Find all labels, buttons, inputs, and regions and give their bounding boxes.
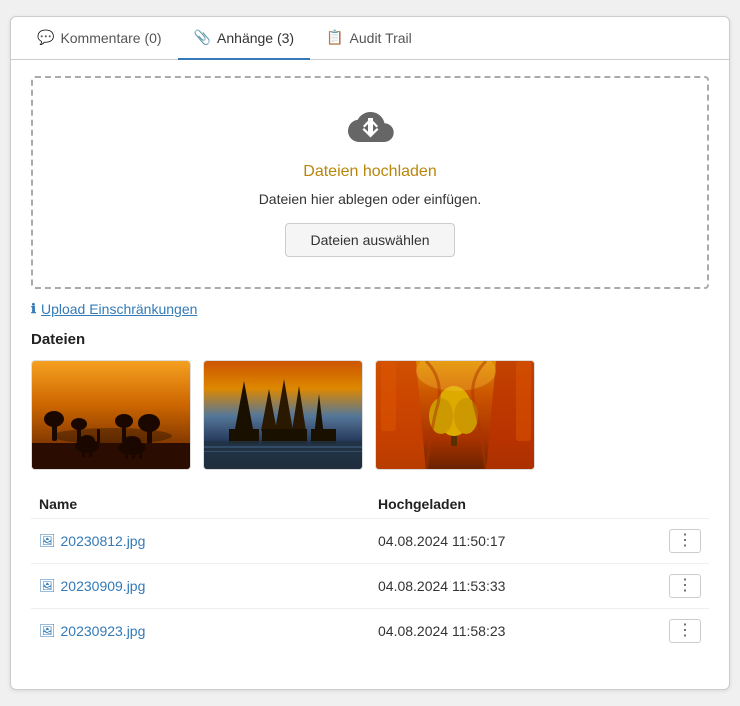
- file-uploaded-cell-2: 04.08.2024 11:58:23: [370, 609, 607, 654]
- file-actions-cell-0: ⋮: [607, 519, 709, 564]
- col-header-uploaded: Hochgeladen: [370, 490, 607, 519]
- file-name-cell: 🖼 20230812.jpg: [31, 519, 370, 564]
- files-table: Name Hochgeladen 🖼 20230812.jpg 04.08.20…: [31, 490, 709, 653]
- cloud-upload-icon: [53, 108, 687, 155]
- anhaenge-icon: 📎: [194, 29, 211, 46]
- table-row: 🖼 20230923.jpg 04.08.2024 11:58:23 ⋮: [31, 609, 709, 654]
- file-name-cell: 🖼 20230909.jpg: [31, 564, 370, 609]
- select-files-button[interactable]: Dateien auswählen: [285, 223, 454, 257]
- file-link-2[interactable]: 🖼 20230923.jpg: [39, 623, 362, 639]
- file-menu-button-2[interactable]: ⋮: [669, 619, 701, 643]
- table-row: 🖼 20230812.jpg 04.08.2024 11:50:17 ⋮: [31, 519, 709, 564]
- file-actions-cell-2: ⋮: [607, 609, 709, 654]
- thumbnails-row: [31, 360, 709, 470]
- files-section-label: Dateien: [31, 331, 709, 348]
- file-uploaded-cell-0: 04.08.2024 11:50:17: [370, 519, 607, 564]
- file-menu-button-1[interactable]: ⋮: [669, 574, 701, 598]
- main-card: 💬 Kommentare (0) 📎 Anhänge (3) 📋 Audit T…: [10, 16, 730, 690]
- tab-bar: 💬 Kommentare (0) 📎 Anhänge (3) 📋 Audit T…: [11, 17, 729, 60]
- thumbnail-1[interactable]: [31, 360, 191, 470]
- file-name-0: 20230812.jpg: [61, 533, 146, 549]
- col-header-name: Name: [31, 490, 370, 519]
- upload-dropzone[interactable]: Dateien hochladen Dateien hier ablegen o…: [31, 76, 709, 289]
- file-link-1[interactable]: 🖼 20230909.jpg: [39, 578, 362, 594]
- upload-restrictions-link[interactable]: Upload Einschränkungen: [41, 301, 197, 317]
- file-icon-0: 🖼: [39, 533, 56, 549]
- file-icon-1: 🖼: [39, 578, 56, 594]
- upload-hint: Dateien hier ablegen oder einfügen.: [53, 191, 687, 207]
- thumbnail-2[interactable]: [203, 360, 363, 470]
- tab-audit-trail-label: Audit Trail: [350, 30, 412, 46]
- tab-content: Dateien hochladen Dateien hier ablegen o…: [11, 60, 729, 669]
- file-uploaded-cell-1: 04.08.2024 11:53:33: [370, 564, 607, 609]
- file-name-1: 20230909.jpg: [61, 578, 146, 594]
- thumbnail-3[interactable]: [375, 360, 535, 470]
- file-menu-button-0[interactable]: ⋮: [669, 529, 701, 553]
- info-icon: ℹ: [31, 301, 36, 317]
- upload-title: Dateien hochladen: [53, 163, 687, 181]
- file-name-cell: 🖼 20230923.jpg: [31, 609, 370, 654]
- table-row: 🖼 20230909.jpg 04.08.2024 11:53:33 ⋮: [31, 564, 709, 609]
- tab-anhaenge-label: Anhänge (3): [217, 30, 294, 46]
- kommentare-icon: 💬: [37, 29, 54, 46]
- tab-audit-trail[interactable]: 📋 Audit Trail: [310, 17, 428, 60]
- tab-kommentare-label: Kommentare (0): [60, 30, 161, 46]
- file-link-0[interactable]: 🖼 20230812.jpg: [39, 533, 362, 549]
- upload-restrictions-row: ℹ Upload Einschränkungen: [31, 301, 709, 317]
- file-icon-2: 🖼: [39, 623, 56, 639]
- tab-anhaenge[interactable]: 📎 Anhänge (3): [178, 17, 311, 60]
- col-header-actions: [607, 490, 709, 519]
- file-actions-cell-1: ⋮: [607, 564, 709, 609]
- file-name-2: 20230923.jpg: [61, 623, 146, 639]
- audit-trail-icon: 📋: [326, 29, 343, 46]
- tab-kommentare[interactable]: 💬 Kommentare (0): [21, 17, 178, 60]
